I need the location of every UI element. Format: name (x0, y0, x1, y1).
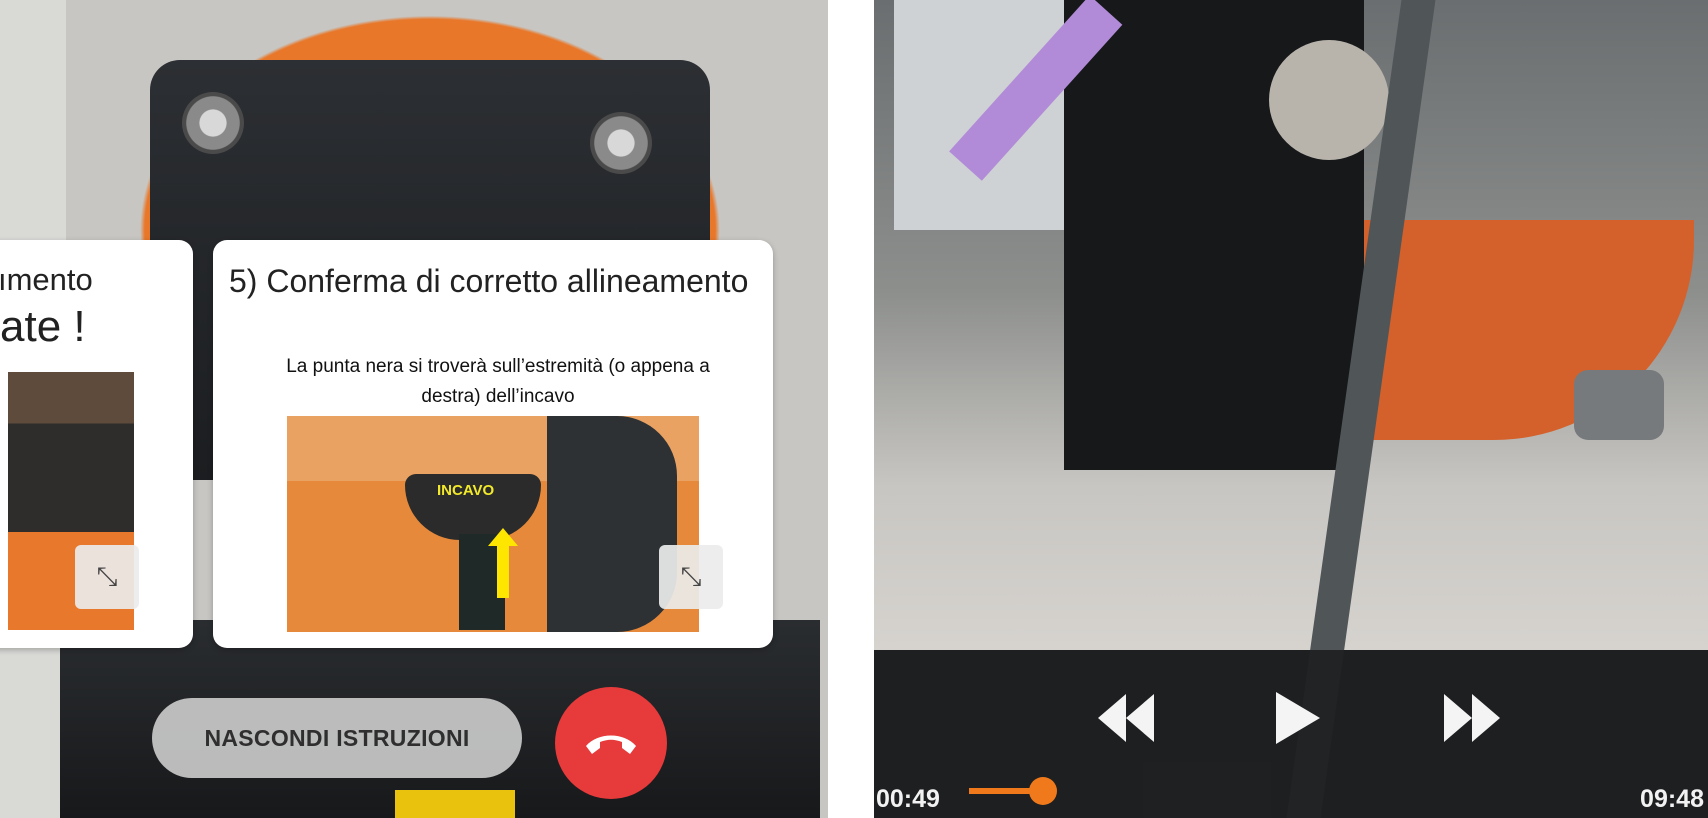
base-bolt (1574, 370, 1664, 440)
phone-hangup-icon (586, 735, 636, 754)
bolt-right (590, 112, 652, 174)
seek-bar[interactable] (964, 788, 1644, 794)
instruction-card-previous[interactable]: ımento ate ! ⤡ (0, 240, 193, 648)
card-description: La punta nera si troverà sull’estremità … (286, 356, 710, 407)
current-time: 00:49 (876, 785, 940, 813)
card-subtitle-fragment: ate ! (0, 302, 86, 351)
expand-arrows-icon: ⤡ (680, 561, 702, 591)
card-title-fragment: ımento (0, 262, 93, 297)
fast-forward-icon[interactable] (1442, 690, 1502, 746)
warning-label (395, 790, 515, 818)
bolt-left (182, 92, 244, 154)
card-image: INCAVO (287, 416, 699, 632)
total-time: 09:48 (1640, 785, 1704, 813)
video-frame (874, 0, 1708, 818)
instruction-card-current[interactable]: 5) Conferma di corretto allineamento La … (213, 240, 773, 648)
incavo-label: INCAVO (437, 482, 495, 499)
expand-arrows-icon: ⤡ (96, 561, 118, 591)
hangup-button[interactable] (555, 687, 667, 799)
play-icon[interactable] (1272, 690, 1322, 746)
ar-call-view: ımento ate ! ⤡ 5) Conferma di corretto a… (0, 0, 828, 818)
seek-thumb[interactable] (1029, 777, 1057, 805)
motor-cylinder (547, 416, 677, 632)
video-player[interactable]: 00:49 09:48 (874, 0, 1708, 818)
yellow-arrow-icon (488, 528, 518, 598)
hide-instructions-button[interactable]: NASCONDI ISTRUZIONI (152, 698, 522, 778)
expand-button[interactable]: ⤡ (75, 545, 139, 609)
rewind-icon[interactable] (1096, 690, 1156, 746)
cable-gland (1269, 40, 1389, 160)
expand-button[interactable]: ⤡ (659, 545, 723, 609)
card-title: 5) Conferma di corretto allineamento (229, 263, 749, 299)
